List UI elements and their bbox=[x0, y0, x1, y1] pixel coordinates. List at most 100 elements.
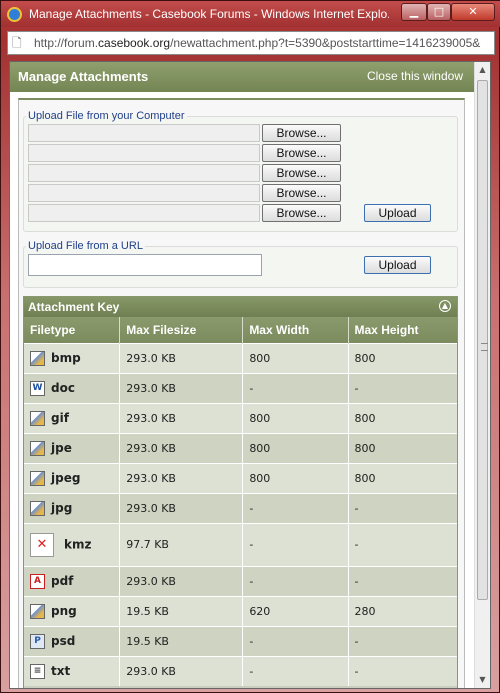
upload-from-computer-fieldset: Upload File from your Computer Browse...… bbox=[23, 110, 458, 232]
max-width-cell: 800 bbox=[242, 432, 349, 463]
internet-explorer-icon bbox=[7, 7, 22, 22]
column-max-width: Max Width bbox=[242, 317, 349, 343]
filetype-label: kmz bbox=[64, 537, 92, 551]
max-filesize-cell: 19.5 KB bbox=[119, 595, 244, 626]
filetype-cell: ✕ kmz bbox=[24, 522, 121, 566]
collapse-icon[interactable]: ▲ bbox=[439, 300, 451, 312]
browse-button-1[interactable]: Browse... bbox=[262, 124, 341, 142]
page-icon: 🗋 bbox=[12, 36, 22, 50]
maximize-button[interactable]: □ bbox=[427, 3, 451, 21]
scroll-grip-icon bbox=[481, 343, 488, 351]
max-filesize-cell: 19.5 KB bbox=[119, 625, 244, 656]
max-height-cell: - bbox=[348, 522, 457, 566]
max-width-cell: - bbox=[242, 522, 349, 566]
minimize-button[interactable]: ▁ bbox=[401, 3, 427, 21]
table-row: jpeg 293.0 KB 800 800 bbox=[24, 462, 457, 493]
filetype-label: jpg bbox=[51, 500, 73, 515]
file-input-1[interactable] bbox=[28, 124, 260, 142]
file-input-3[interactable] bbox=[28, 164, 260, 182]
page-title: Manage Attachments bbox=[18, 69, 149, 84]
max-width-cell: - bbox=[242, 492, 349, 523]
attachment-key-table: Filetype Max Filesize Max Width Max Heig… bbox=[24, 317, 457, 686]
url-input[interactable] bbox=[28, 254, 262, 276]
scroll-up-arrow-icon[interactable]: ▲ bbox=[475, 62, 490, 78]
url-path: /newattachment.php?t=5390&poststarttime=… bbox=[170, 36, 481, 50]
browse-button-2[interactable]: Browse... bbox=[262, 144, 341, 162]
address-bar[interactable]: 🗋 http://forum.casebook.org/newattachmen… bbox=[7, 31, 495, 55]
max-width-cell: - bbox=[242, 655, 349, 686]
broken-image-icon: ✕ bbox=[30, 532, 54, 557]
file-input-4[interactable] bbox=[28, 184, 260, 202]
image-file-icon bbox=[30, 410, 45, 426]
file-input-5[interactable] bbox=[28, 204, 260, 222]
upload-url-button[interactable]: Upload bbox=[364, 256, 431, 274]
table-row: jpe 293.0 KB 800 800 bbox=[24, 432, 457, 463]
filetype-label: pdf bbox=[51, 573, 74, 588]
upload-from-url-fieldset: Upload File from a URL Upload bbox=[23, 240, 458, 288]
table-row: bmp 293.0 KB 800 800 bbox=[24, 342, 457, 373]
filetype-cell: jpe bbox=[24, 432, 121, 463]
attachments-page: Manage Attachments Close this window Upl… bbox=[10, 62, 475, 688]
max-height-cell: 800 bbox=[348, 402, 457, 433]
address-url[interactable]: http://forum.casebook.org/newattachment.… bbox=[34, 36, 492, 50]
table-row: Wdoc 293.0 KB - - bbox=[24, 372, 457, 403]
max-filesize-cell: 293.0 KB bbox=[119, 342, 244, 373]
table-row: jpg 293.0 KB - - bbox=[24, 492, 457, 523]
filetype-label: doc bbox=[51, 380, 75, 395]
filetype-cell: jpg bbox=[24, 492, 121, 523]
max-filesize-cell: 293.0 KB bbox=[119, 492, 244, 523]
filetype-cell: jpeg bbox=[24, 462, 121, 493]
browse-button-5[interactable]: Browse... bbox=[262, 204, 341, 222]
filetype-label: bmp bbox=[51, 350, 81, 365]
filetype-label: png bbox=[51, 603, 77, 618]
attachment-key-header: Attachment Key ▲ bbox=[24, 297, 457, 317]
upload-computer-button[interactable]: Upload bbox=[364, 204, 431, 222]
max-height-cell: 280 bbox=[348, 595, 457, 626]
image-file-icon bbox=[30, 350, 45, 366]
vertical-scrollbar[interactable]: ▲ ▼ bbox=[474, 62, 490, 688]
browser-window: Manage Attachments - Casebook Forums - W… bbox=[0, 0, 500, 693]
image-file-icon bbox=[30, 470, 45, 486]
max-filesize-cell: 293.0 KB bbox=[119, 565, 244, 596]
column-max-filesize: Max Filesize bbox=[119, 317, 244, 343]
page-viewport: Manage Attachments Close this window Upl… bbox=[9, 61, 491, 689]
browse-button-3[interactable]: Browse... bbox=[262, 164, 341, 182]
upload-from-computer-legend: Upload File from your Computer bbox=[28, 110, 185, 122]
url-prefix: http://forum. bbox=[34, 36, 99, 50]
max-width-cell: - bbox=[242, 372, 349, 403]
photoshop-file-icon: P bbox=[30, 633, 45, 649]
attachment-key-body: bmp 293.0 KB 800 800 Wdoc 293.0 KB - - gif 293.0 … bbox=[24, 342, 457, 686]
url-domain: casebook.org bbox=[98, 36, 171, 50]
browse-button-4[interactable]: Browse... bbox=[262, 184, 341, 202]
max-height-cell: - bbox=[348, 372, 457, 403]
pdf-file-icon: A bbox=[30, 573, 45, 589]
max-width-cell: 620 bbox=[242, 595, 349, 626]
filetype-label: psd bbox=[51, 633, 76, 648]
window-title: Manage Attachments - Casebook Forums - W… bbox=[29, 7, 389, 21]
scroll-thumb[interactable] bbox=[477, 80, 488, 600]
attachment-key-title: Attachment Key bbox=[28, 300, 120, 314]
close-window-button[interactable]: ✕ bbox=[451, 3, 495, 21]
max-filesize-cell: 293.0 KB bbox=[119, 432, 244, 463]
file-input-2[interactable] bbox=[28, 144, 260, 162]
max-height-cell: 800 bbox=[348, 462, 457, 493]
max-filesize-cell: 293.0 KB bbox=[119, 655, 244, 686]
filetype-cell: Wdoc bbox=[24, 372, 121, 403]
max-width-cell: - bbox=[242, 625, 349, 656]
table-row: ≡ txt 293.0 KB - - bbox=[24, 655, 457, 686]
close-window-link[interactable]: Close this window bbox=[367, 69, 463, 83]
table-row: ✕ kmz 97.7 KB - - bbox=[24, 522, 457, 566]
scroll-down-arrow-icon[interactable]: ▼ bbox=[475, 672, 490, 688]
column-filetype: Filetype bbox=[24, 317, 121, 343]
max-width-cell: - bbox=[242, 565, 349, 596]
filetype-cell: png bbox=[24, 595, 121, 626]
filetype-cell: Apdf bbox=[24, 565, 121, 596]
word-document-icon: W bbox=[30, 380, 45, 396]
filetype-cell: bmp bbox=[24, 342, 121, 373]
max-filesize-cell: 293.0 KB bbox=[119, 402, 244, 433]
column-max-height: Max Height bbox=[348, 317, 457, 343]
filetype-cell: Ppsd bbox=[24, 625, 121, 656]
table-row: Apdf 293.0 KB - - bbox=[24, 565, 457, 596]
table-header-row: Filetype Max Filesize Max Width Max Heig… bbox=[24, 317, 457, 343]
text-file-icon: ≡ bbox=[30, 663, 45, 679]
